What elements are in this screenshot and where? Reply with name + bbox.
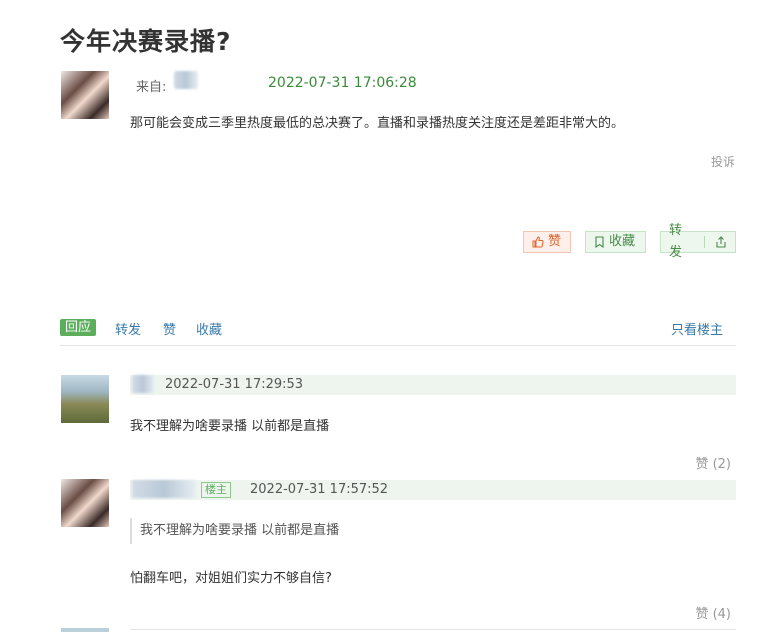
comment-time: 2022-07-31 17:57:52 <box>250 482 389 497</box>
post-time: 2022-07-31 17:06:28 <box>268 75 417 91</box>
comment-text: 我不理解为啥要录播 以前都是直播 <box>130 419 330 434</box>
post-title: 今年决赛录播? <box>60 27 232 56</box>
divider <box>130 629 736 630</box>
host-badge: 楼主 <box>201 482 231 498</box>
reply-button[interactable]: 回应 <box>60 319 97 336</box>
commenter-name-redacted[interactable] <box>132 375 154 393</box>
favorite-link[interactable]: 收藏 <box>196 319 222 338</box>
forward-link[interactable]: 转发 <box>115 319 141 338</box>
only-host-link[interactable]: 只看楼主 <box>671 319 723 338</box>
comment-like-count[interactable]: 赞 (4) <box>695 603 731 622</box>
comment-like-count[interactable]: 赞 (2) <box>695 453 731 472</box>
quoted-comment: 我不理解为啥要录播 以前都是直播 <box>130 518 339 544</box>
post-from-label: 来自: <box>136 80 167 95</box>
author-name-redacted[interactable] <box>174 71 198 89</box>
next-comment-avatar[interactable] <box>61 628 109 632</box>
comment-avatar[interactable] <box>61 375 109 423</box>
host-name-redacted[interactable] <box>132 480 196 498</box>
author-avatar[interactable] <box>61 71 109 119</box>
share-button-label: 转发 <box>669 223 683 260</box>
like-button-label: 赞 <box>548 234 562 249</box>
bookmark-icon <box>594 236 605 248</box>
comment-avatar-host[interactable] <box>61 479 109 527</box>
share-icon <box>715 236 727 248</box>
like-link[interactable]: 赞 <box>163 319 176 338</box>
post-content: 那可能会变成三季里热度最低的总决赛了。直播和录播热度关注度还是差距非常大的。 <box>130 116 625 131</box>
favorite-button-label: 收藏 <box>609 234 636 249</box>
report-link[interactable]: 投诉 <box>711 153 735 170</box>
share-button[interactable]: 转发 <box>660 223 736 260</box>
like-button[interactable]: 赞 <box>523 231 571 253</box>
comment-text: 怕翻车吧，对姐姐们实力不够自信? <box>130 571 332 586</box>
reply-toolbar: 回应 转发 赞 收藏 只看楼主 <box>60 316 736 346</box>
share-divider <box>704 236 705 248</box>
favorite-button[interactable]: 收藏 <box>585 231 646 253</box>
thumbs-up-icon <box>532 236 544 248</box>
comment-time: 2022-07-31 17:29:53 <box>165 377 304 392</box>
